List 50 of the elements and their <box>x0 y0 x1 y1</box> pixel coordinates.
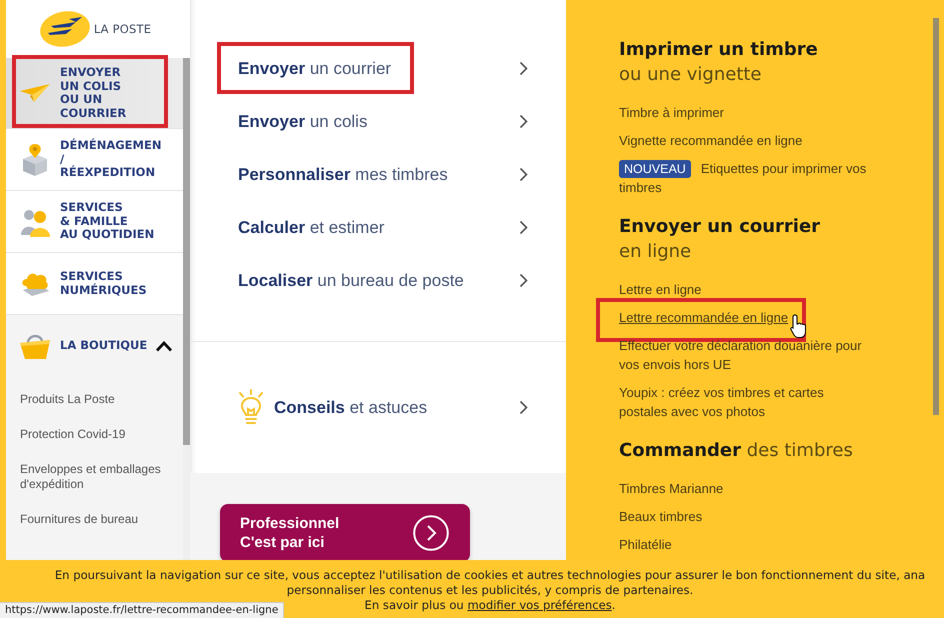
panel-link[interactable]: Philatélie <box>619 535 672 554</box>
section-heading: Envoyer un courrier en ligne <box>619 215 820 264</box>
submenu-link[interactable]: Fournitures de bureau <box>20 512 138 527</box>
logo-text: LA POSTE <box>94 22 152 36</box>
panel-link[interactable]: NOUVEAU Etiquettes pour imprimer vos timbres <box>619 159 866 197</box>
sidebar-nav-item[interactable]: SERVICES & FAMILLE AU QUOTIDIEN <box>6 191 183 253</box>
preferences-link[interactable]: modifier vos préférences <box>467 598 612 612</box>
chevron-right-icon <box>519 220 528 235</box>
section-heading: Commander des timbres <box>619 439 853 463</box>
scrollbar-thumb[interactable] <box>183 58 190 445</box>
caret-up-icon[interactable] <box>155 340 174 352</box>
submenu-link[interactable]: Protection Covid-19 <box>20 427 126 442</box>
basket-icon <box>19 332 51 360</box>
menu-link[interactable]: Calculer et estimer <box>190 201 566 254</box>
new-badge: NOUVEAU <box>619 160 691 178</box>
lightbulb-icon <box>237 389 265 426</box>
panel-link[interactable]: Timbre à imprimer <box>619 103 724 122</box>
menu-link[interactable]: Localiser un bureau de poste <box>190 254 566 307</box>
chevron-right-icon <box>519 61 528 76</box>
circle-chevron-icon <box>413 515 449 551</box>
submenu-link[interactable]: Produits La Poste <box>20 392 115 407</box>
menu-link[interactable]: Conseils et astuces <box>190 342 566 473</box>
panel-link[interactable]: Vignette recommandée en ligne <box>619 131 802 150</box>
cookie-notice-text: En poursuivant la navigation sur ce site, vous acceptez l'utilisation de cookies et autres technologies pour assurer le bon fonctionnement du site, ana personnaliser les contenus et les publicités, y compris de partenaires. <box>54 568 926 598</box>
scrollbar-thumb[interactable] <box>933 18 939 415</box>
section-heading: Imprimer un timbre ou une vignette <box>619 38 818 87</box>
menu-link[interactable]: Personnaliser mes timbres <box>190 148 566 201</box>
paper-plane-icon <box>20 83 50 103</box>
sidebar-nav-item[interactable]: ENVOYER UN COLIS OU UN COURRIER <box>6 58 183 129</box>
scrollbar-track[interactable] <box>183 58 190 560</box>
panel-link[interactable]: Beaux timbres <box>619 507 702 526</box>
sidebar-nav-item[interactable]: LA BOUTIQUE <box>6 315 183 377</box>
panel-link[interactable]: Timbres Marianne <box>619 479 724 498</box>
sidebar-nav-item[interactable]: DÉMÉNAGEMEN / RÉEXPEDITION <box>6 129 183 191</box>
panel-link[interactable]: Lettre en ligne <box>619 280 702 299</box>
box-icon <box>21 144 49 176</box>
cloud-icon <box>20 270 50 296</box>
chevron-right-icon <box>519 167 528 182</box>
logo-icon <box>38 9 91 49</box>
chevron-right-icon <box>519 273 528 288</box>
chevron-right-icon <box>519 114 528 129</box>
menu-link[interactable]: Envoyer un courrier <box>190 42 566 95</box>
panel-link[interactable]: Lettre recommandée en ligne <box>619 308 788 327</box>
status-url-tooltip: https://www.laposte.fr/lettre-recommandee-en-ligne <box>0 602 284 618</box>
panel-link[interactable]: Youpix : créez vos timbres et cartes postales avec vos photos <box>619 383 824 421</box>
panel-link[interactable]: Effectuer votre déclaration douanière pour vos envois hors UE <box>619 336 862 374</box>
professional-button[interactable]: Professionnel C'est par ici <box>220 504 470 562</box>
submenu-link[interactable]: Enveloppes et emballages d'expédition <box>20 462 161 492</box>
chevron-right-icon <box>519 400 528 415</box>
menu-link[interactable]: Envoyer un colis <box>190 95 566 148</box>
